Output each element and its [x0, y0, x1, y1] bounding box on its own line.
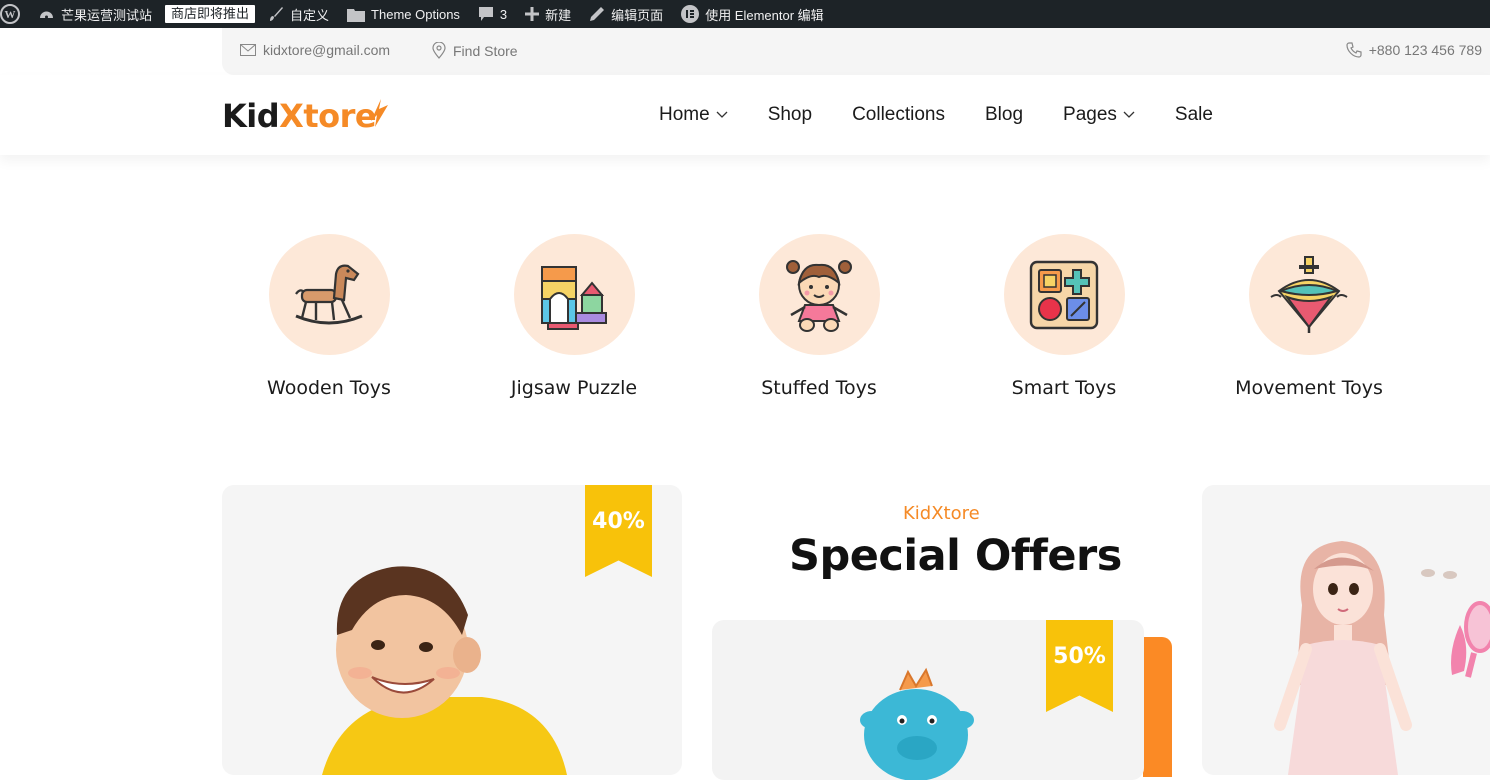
- site-name: 芒果运营测试站: [61, 7, 153, 23]
- coming-soon-label: 商店即将推出: [165, 5, 256, 23]
- edit-page-label: 编辑页面: [611, 7, 664, 23]
- category-label: Wooden Toys: [267, 377, 391, 399]
- orange-accent-strip: [1143, 637, 1172, 777]
- offer-card-doll[interactable]: [1202, 485, 1490, 775]
- plus-icon: [525, 7, 540, 21]
- nav-home-label: Home: [659, 104, 710, 125]
- main-header: KidXtore Home Shop Collections Blog Page…: [0, 75, 1490, 155]
- top-info-bar: kidxtore@gmail.com Find Store +880 123 4…: [222, 28, 1490, 75]
- nav-shop-label: Shop: [767, 104, 813, 125]
- category-label: Jigsaw Puzzle: [510, 377, 638, 399]
- logo-text-xtore: Xtore: [279, 97, 377, 135]
- admin-bar: W 芒果运营测试站 商店即将推出 自定义 Theme Options 3 新建 …: [0, 0, 1490, 28]
- nav-sale[interactable]: Sale: [1175, 104, 1213, 126]
- category-jigsaw-puzzle[interactable]: Jigsaw Puzzle: [474, 234, 674, 399]
- phone-link[interactable]: +880 123 456 789: [1346, 42, 1482, 58]
- edit-page-link[interactable]: 编辑页面: [580, 0, 672, 28]
- phone-text: +880 123 456 789: [1368, 42, 1482, 58]
- category-circle: [1248, 234, 1370, 355]
- pencil-icon: [590, 7, 605, 21]
- logo-text-kid: Kid: [222, 97, 280, 135]
- customize-link[interactable]: 自定义: [259, 0, 338, 28]
- dashboard-icon: [40, 11, 53, 18]
- category-circle: [268, 234, 390, 355]
- category-movement-toys[interactable]: Movement Toys: [1209, 234, 1409, 399]
- offer-card-boy[interactable]: 40%: [222, 485, 682, 775]
- chevron-down-icon: [716, 111, 728, 118]
- offers-subtitle: KidXtore: [903, 503, 980, 524]
- elementor-edit-label: 使用 Elementor 编辑: [705, 7, 824, 23]
- nav-shop[interactable]: Shop: [768, 104, 812, 126]
- category-circle: [758, 234, 880, 355]
- nav-pages-label: Pages: [1063, 104, 1117, 125]
- comments-link[interactable]: 3: [469, 0, 516, 28]
- nav-sale-label: Sale: [1174, 104, 1213, 125]
- find-store-link[interactable]: Find Store: [432, 42, 518, 59]
- doll-icon: [786, 259, 852, 332]
- elementor-icon: [681, 5, 700, 23]
- nav-blog-label: Blog: [985, 104, 1024, 125]
- customize-label: 自定义: [290, 7, 330, 23]
- nav-pages[interactable]: Pages: [1063, 104, 1135, 126]
- elementor-edit-link[interactable]: 使用 Elementor 编辑: [672, 0, 832, 28]
- shape-sorter-icon: [1029, 260, 1099, 329]
- category-label: Smart Toys: [1011, 377, 1117, 399]
- wordpress-logo-button[interactable]: W: [0, 0, 29, 28]
- theme-options-link[interactable]: Theme Options: [338, 0, 469, 28]
- category-label: Movement Toys: [1235, 377, 1383, 399]
- wordpress-icon: W: [0, 4, 20, 24]
- rocking-horse-icon: [295, 264, 363, 324]
- category-label: Stuffed Toys: [761, 377, 877, 399]
- site-name-link[interactable]: 芒果运营测试站: [29, 0, 161, 28]
- offer-card-dinosaur[interactable]: 50%: [712, 620, 1144, 780]
- nav-blog[interactable]: Blog: [985, 104, 1023, 126]
- offers-title: Special Offers: [789, 531, 1122, 581]
- spinning-top-icon: [1270, 255, 1348, 333]
- comment-icon: [478, 7, 493, 21]
- main-nav: Home Shop Collections Blog Pages Sale: [659, 104, 1253, 126]
- comments-count: 3: [499, 6, 508, 22]
- new-content-link[interactable]: 新建: [516, 0, 580, 28]
- nav-home[interactable]: Home: [659, 104, 728, 126]
- theme-options-label: Theme Options: [371, 6, 460, 22]
- logo-spark-icon: [371, 99, 388, 127]
- category-wooden-toys[interactable]: Wooden Toys: [229, 234, 429, 399]
- phone-icon: [1346, 42, 1362, 58]
- chevron-down-icon: [1123, 111, 1135, 118]
- category-stuffed-toys[interactable]: Stuffed Toys: [719, 234, 919, 399]
- folder-icon: [347, 8, 366, 22]
- blocks-icon: [541, 265, 607, 330]
- email-text: kidxtore@gmail.com: [263, 42, 391, 58]
- brush-icon: [270, 7, 284, 21]
- svg-text:W: W: [5, 9, 16, 21]
- nav-collections-label: Collections: [852, 104, 945, 125]
- envelope-icon: [240, 44, 256, 56]
- find-store-text: Find Store: [453, 42, 518, 59]
- location-pin-icon: [432, 42, 446, 59]
- new-label: 新建: [545, 7, 572, 23]
- doll-image: [1274, 541, 1490, 775]
- coming-soon-badge[interactable]: 商店即将推出: [161, 0, 259, 28]
- email-link[interactable]: kidxtore@gmail.com: [240, 42, 390, 58]
- category-circle: [1003, 234, 1125, 355]
- nav-collections[interactable]: Collections: [852, 104, 945, 126]
- category-circle: [513, 234, 635, 355]
- site-logo[interactable]: KidXtore: [222, 97, 377, 135]
- category-smart-toys[interactable]: Smart Toys: [964, 234, 1164, 399]
